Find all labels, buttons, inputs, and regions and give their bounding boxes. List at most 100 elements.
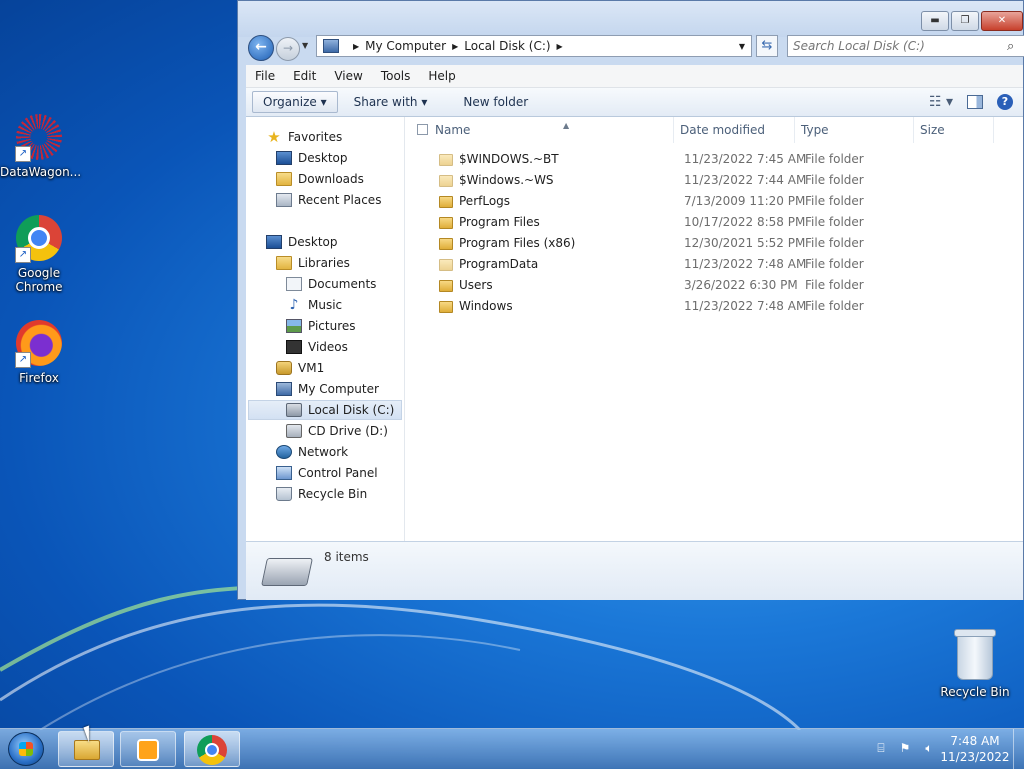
nav-downloads[interactable]: Downloads — [276, 169, 364, 189]
chevron-right-icon[interactable]: ▶ — [557, 42, 563, 51]
nav-label: Documents — [308, 277, 377, 291]
shortcut-arrow-icon: ↗ — [15, 247, 31, 263]
share-with-button[interactable]: Share with ▾ — [344, 92, 438, 112]
show-desktop-button[interactable] — [1013, 729, 1024, 769]
nav-favorites[interactable]: ★ Favorites — [266, 127, 342, 147]
table-row[interactable]: Windows 11/23/2022 7:48 AM File folder — [405, 296, 1023, 317]
toolbar-right: ☷ ▾ ? — [929, 94, 1023, 110]
desktop-icon — [266, 235, 282, 249]
nav-network[interactable]: Network — [276, 442, 348, 462]
table-row[interactable]: $Windows.~WS 11/23/2022 7:44 AM File fol… — [405, 170, 1023, 191]
nav-local-disk[interactable]: Local Disk (C:) — [248, 400, 402, 420]
desktop-icon-recycle-bin[interactable]: Recycle Bin — [936, 629, 1014, 699]
nav-videos[interactable]: Videos — [286, 337, 348, 357]
table-row[interactable]: $WINDOWS.~BT 11/23/2022 7:45 AM File fol… — [405, 149, 1023, 170]
file-type: File folder — [805, 278, 864, 292]
recent-pages-dropdown[interactable]: ▼ — [302, 41, 308, 50]
nav-vm1[interactable]: VM1 — [276, 358, 324, 378]
table-row[interactable]: ProgramData 11/23/2022 7:48 AM File fold… — [405, 254, 1023, 275]
minimize-button[interactable]: ▬ — [921, 11, 949, 31]
nav-libraries[interactable]: Libraries — [276, 253, 350, 273]
nav-label: Control Panel — [298, 466, 378, 480]
action-center-flag-icon[interactable]: ⚑ — [898, 741, 912, 755]
file-name: $Windows.~WS — [439, 170, 554, 191]
chevron-right-icon[interactable]: ▶ — [452, 42, 458, 51]
nav-label: Downloads — [298, 172, 364, 186]
column-label: Name — [435, 123, 471, 137]
taskbar-media-player-button[interactable] — [120, 731, 176, 767]
column-header-size[interactable]: Size — [914, 117, 994, 143]
nav-music[interactable]: ♪ Music — [286, 295, 343, 315]
table-row[interactable]: Program Files 10/17/2022 8:58 PM File fo… — [405, 212, 1023, 233]
search-input[interactable] — [788, 38, 1007, 54]
refresh-button[interactable]: ⇆ — [756, 35, 778, 57]
nav-recent-places[interactable]: Recent Places — [276, 190, 381, 210]
nav-label: Favorites — [288, 130, 343, 144]
select-all-checkbox[interactable] — [417, 124, 428, 135]
breadcrumb-my-computer[interactable]: My Computer — [365, 39, 446, 53]
chevron-right-icon[interactable]: ▶ — [353, 42, 359, 51]
desktop-icon-firefox[interactable]: ↗ Firefox — [0, 320, 78, 385]
nav-documents[interactable]: Documents — [286, 274, 376, 294]
menu-view[interactable]: View — [325, 69, 371, 83]
menu-tools[interactable]: Tools — [372, 69, 420, 83]
desktop-icon-label: DataWagon... — [0, 165, 82, 179]
file-type: File folder — [805, 215, 864, 229]
explorer-window: ▬ ❐ ✕ ← → ▼ ▶ My Computer ▶ Local Disk (… — [237, 0, 1024, 600]
file-date: 11/23/2022 7:45 AM — [684, 152, 807, 166]
media-player-icon — [137, 739, 159, 761]
change-view-icon[interactable]: ☷ ▾ — [929, 94, 953, 110]
nav-cd-drive[interactable]: CD Drive (D:) — [286, 421, 388, 441]
maximize-button[interactable]: ❐ — [951, 11, 979, 31]
file-date: 11/23/2022 7:44 AM — [684, 173, 807, 187]
taskbar-chrome-button[interactable] — [184, 731, 240, 767]
help-icon[interactable]: ? — [997, 94, 1013, 110]
search-box[interactable]: ⌕ — [787, 35, 1024, 57]
file-type: File folder — [805, 152, 864, 166]
new-folder-button[interactable]: New folder — [453, 92, 538, 112]
table-row[interactable]: Program Files (x86) 12/30/2021 5:52 PM F… — [405, 233, 1023, 254]
volume-icon[interactable]: 🔈︎ — [922, 741, 936, 755]
desktop-icon — [276, 151, 292, 165]
start-button[interactable] — [8, 732, 44, 766]
table-row[interactable]: PerfLogs 7/13/2009 11:20 PM File folder — [405, 191, 1023, 212]
menu-edit[interactable]: Edit — [284, 69, 325, 83]
nav-label: Libraries — [298, 256, 350, 270]
address-dropdown-icon[interactable]: ▼ — [733, 42, 751, 51]
column-header-type[interactable]: Type — [795, 117, 914, 143]
nav-control-panel[interactable]: Control Panel — [276, 463, 378, 483]
column-header-date[interactable]: Date modified — [674, 117, 795, 143]
back-button[interactable]: ← — [248, 35, 274, 61]
close-button[interactable]: ✕ — [981, 11, 1023, 31]
breadcrumb-local-disk[interactable]: Local Disk (C:) — [464, 39, 550, 53]
nav-my-computer[interactable]: My Computer — [276, 379, 379, 399]
file-date: 11/23/2022 7:48 AM — [684, 299, 807, 313]
nav-desktop-favorite[interactable]: Desktop — [276, 148, 348, 168]
nav-label: VM1 — [298, 361, 325, 375]
file-type: File folder — [805, 194, 864, 208]
computer-icon — [323, 39, 339, 53]
address-bar[interactable]: ▶ My Computer ▶ Local Disk (C:) ▶ ▼ — [316, 35, 752, 57]
menu-help[interactable]: Help — [419, 69, 464, 83]
file-date: 10/17/2022 8:58 PM — [684, 215, 806, 229]
clock[interactable]: 7:48 AM 11/23/2022 — [940, 733, 1010, 765]
preview-pane-icon[interactable] — [967, 95, 983, 109]
table-row[interactable]: Users 3/26/2022 6:30 PM File folder — [405, 275, 1023, 296]
title-bar[interactable]: ▬ ❐ ✕ — [238, 1, 1023, 37]
nav-desktop[interactable]: Desktop — [266, 232, 338, 252]
search-icon[interactable]: ⌕ — [1007, 39, 1014, 54]
nav-pictures[interactable]: Pictures — [286, 316, 356, 336]
menu-file[interactable]: File — [246, 69, 284, 83]
desktop-icon-datawagon[interactable]: ↗ DataWagon... — [0, 114, 82, 179]
desktop-icon-chrome[interactable]: ↗ Google Chrome — [0, 215, 78, 294]
folder-icon — [439, 195, 453, 208]
organize-button[interactable]: Organize ▾ — [252, 91, 338, 113]
network-tray-icon[interactable]: ⌸ — [874, 741, 888, 755]
file-date: 12/30/2021 5:52 PM — [684, 236, 806, 250]
documents-icon — [286, 277, 302, 291]
nav-label: CD Drive (D:) — [308, 424, 388, 438]
videos-icon — [286, 340, 302, 354]
column-header-name[interactable]: ▲ Name — [429, 117, 674, 143]
nav-recycle-bin[interactable]: Recycle Bin — [276, 484, 367, 504]
forward-button[interactable]: → — [276, 37, 300, 61]
